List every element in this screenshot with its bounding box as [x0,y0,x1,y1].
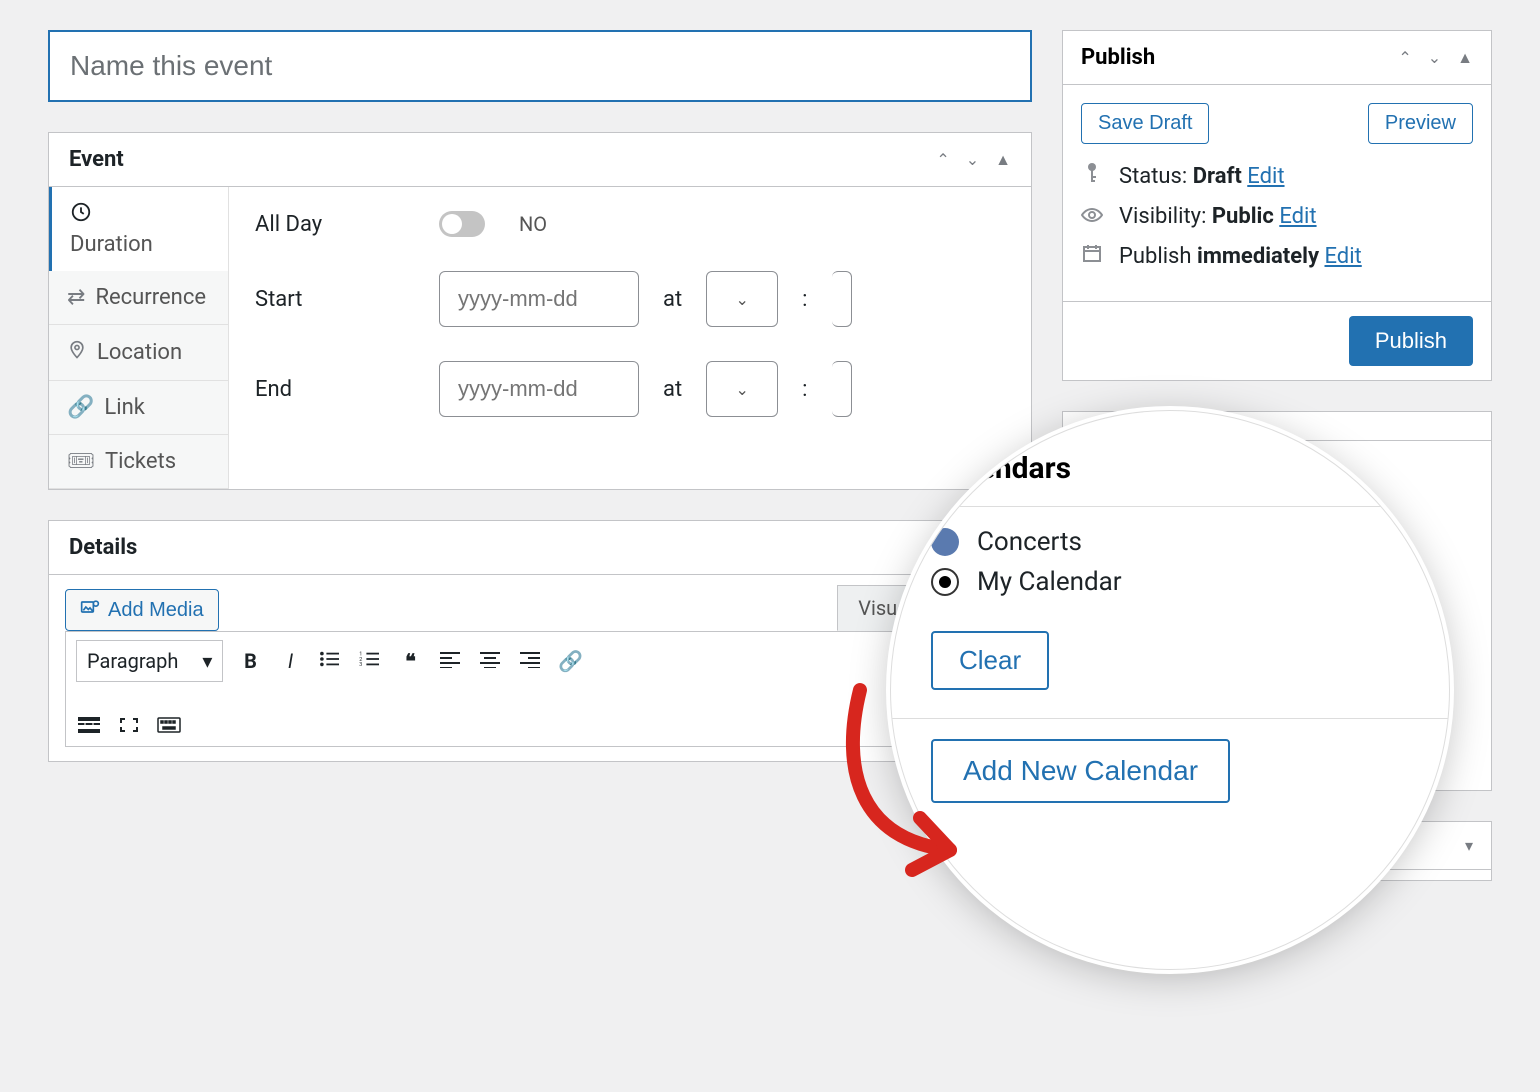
details-metabox: Details ⌃ ⌄ ▲ Add Media Visual Text [48,520,1032,762]
clear-calendar-button[interactable]: Clear [931,631,1049,690]
pin-icon [67,339,87,366]
key-icon [1081,162,1103,190]
eye-icon [1081,204,1103,229]
collapse-toggle-icon[interactable]: ▲ [1457,48,1473,68]
edit-visibility-link[interactable]: Edit [1279,204,1316,229]
start-at-text: at [663,287,682,312]
blockquote-button[interactable]: ❝ [397,649,423,673]
start-date-input[interactable] [439,271,639,327]
chevron-up-icon[interactable]: ⌃ [936,150,949,170]
chevron-down-icon[interactable]: ▾ [1465,836,1473,855]
calendar-option-mycalendar-label: My Calendar [977,567,1122,597]
edit-status-link[interactable]: Edit [1247,164,1284,189]
add-new-calendar-button[interactable]: Add New Calendar [931,739,1230,803]
chevron-down-icon: ⌄ [735,290,748,309]
radio-icon [931,568,959,596]
italic-button[interactable]: I [277,649,303,673]
end-label: End [255,377,415,402]
start-hour-select[interactable]: ⌄ [706,271,778,327]
allday-value: NO [519,212,547,236]
number-list-button[interactable]: 123 [357,649,383,673]
calendars-zoom-overlay: Calendars Concerts My Calendar Clear Add… [890,410,1450,970]
event-tabs: Duration ⇄ Recurrence Location 🔗 [49,187,229,489]
tab-link[interactable]: 🔗 Link [49,381,228,435]
status-value: Draft [1193,164,1242,189]
end-hour-select[interactable]: ⌄ [706,361,778,417]
start-label: Start [255,287,415,312]
ticket-icon: 🎟 [67,451,95,473]
paragraph-select-label: Paragraph [87,649,178,673]
event-metabox-header: Event ⌃ ⌄ ▲ [49,133,1031,187]
insert-link-button[interactable]: 🔗 [557,649,583,673]
schedule-value: immediately [1197,244,1319,269]
preview-button[interactable]: Preview [1368,103,1473,144]
publish-metabox: Publish ⌃ ⌄ ▲ Save Draft Preview [1062,30,1492,381]
chevron-down-icon[interactable]: ⌄ [1428,48,1441,68]
end-date-input[interactable] [439,361,639,417]
calendar-option-concerts[interactable]: Concerts [931,527,1409,557]
event-title-input[interactable] [48,30,1032,102]
save-draft-button[interactable]: Save Draft [1081,103,1209,144]
add-media-label: Add Media [108,599,204,622]
tab-duration[interactable]: Duration [49,187,228,271]
chevron-up-icon[interactable]: ⌃ [1398,48,1411,68]
tab-tickets[interactable]: 🎟 Tickets [49,435,228,489]
align-left-button[interactable] [437,649,463,673]
read-more-button[interactable] [76,714,102,738]
chevron-down-icon[interactable]: ⌄ [966,150,979,170]
svg-text:3: 3 [360,662,363,668]
start-minute-select[interactable] [832,271,852,327]
allday-label: All Day [255,212,415,237]
event-metabox-title: Event [69,147,124,172]
keyboard-button[interactable] [156,714,182,738]
repeat-icon: ⇄ [67,287,85,309]
end-minute-select[interactable] [832,361,852,417]
paragraph-select[interactable]: Paragraph ▾ [76,640,223,682]
tab-recurrence-label: Recurrence [95,285,206,310]
tab-location-label: Location [97,340,182,365]
tab-location[interactable]: Location [49,325,228,381]
details-metabox-header: Details ⌃ ⌄ ▲ [49,521,1031,575]
bold-button[interactable]: B [237,649,263,673]
publish-button[interactable]: Publish [1349,316,1473,366]
time-colon: : [802,377,807,402]
fullscreen-button[interactable] [116,714,142,738]
visibility-label: Visibility: [1119,204,1212,229]
align-right-button[interactable] [517,649,543,673]
status-label: Status: [1119,164,1193,189]
calendar-option-concerts-label: Concerts [977,527,1082,557]
schedule-label: Publish [1119,244,1197,269]
link-icon: 🔗 [67,397,94,419]
visibility-value: Public [1212,204,1274,229]
tab-link-label: Link [104,395,145,420]
publish-title: Publish [1081,45,1155,70]
calendar-option-mycalendar[interactable]: My Calendar [931,567,1409,597]
add-media-button[interactable]: Add Media [65,589,219,631]
event-metabox: Event ⌃ ⌄ ▲ Duration ⇄ [48,132,1032,490]
media-icon [80,598,100,622]
allday-toggle[interactable] [439,211,485,237]
chevron-down-icon: ⌄ [735,380,748,399]
calendar-icon [1081,243,1103,269]
collapse-toggle-icon[interactable]: ▲ [995,150,1011,170]
details-title: Details [69,535,137,560]
end-at-text: at [663,377,682,402]
clock-icon [70,201,92,228]
editor-toolbar: Paragraph ▾ B I 123 ❝ [65,631,1015,747]
tab-duration-label: Duration [70,232,153,257]
tab-tickets-label: Tickets [105,449,176,474]
tab-recurrence[interactable]: ⇄ Recurrence [49,271,228,325]
align-center-button[interactable] [477,649,503,673]
chevron-down-icon: ▾ [202,649,212,673]
time-colon: : [802,287,807,312]
edit-schedule-link[interactable]: Edit [1325,244,1362,269]
bullet-list-button[interactable] [317,649,343,673]
